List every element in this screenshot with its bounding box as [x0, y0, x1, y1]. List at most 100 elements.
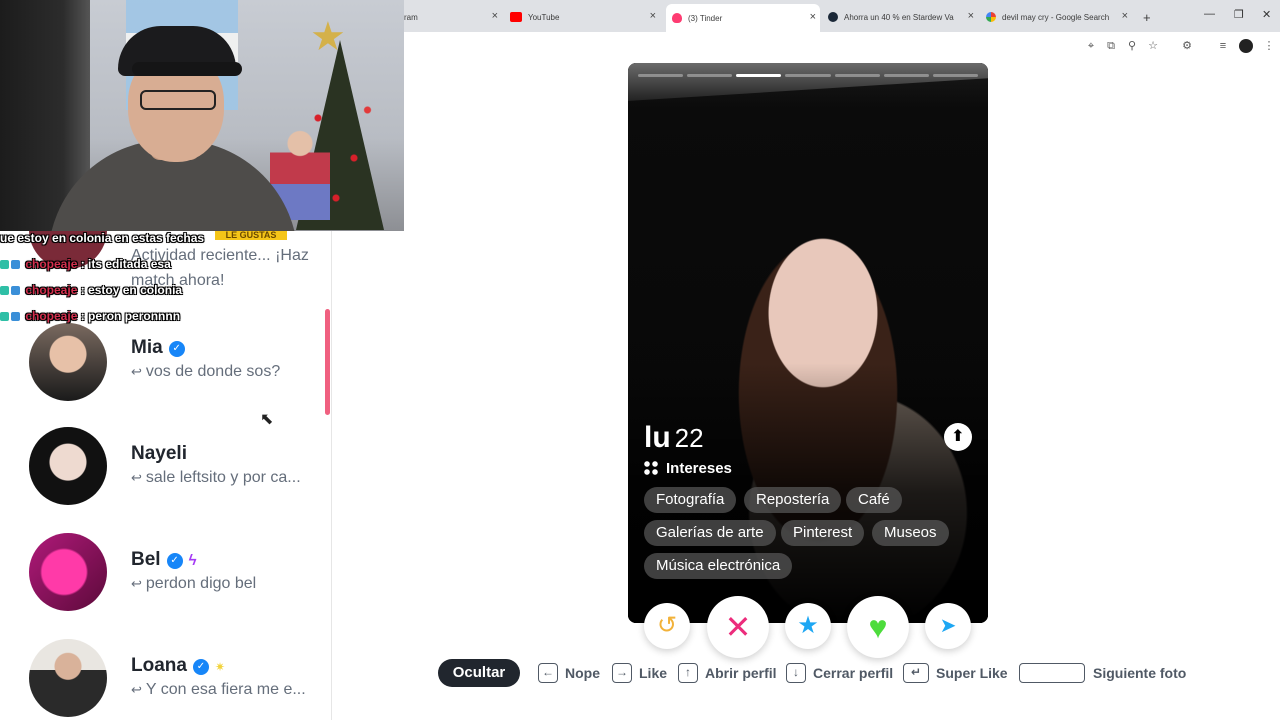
photo-progress-segment[interactable]: [834, 74, 880, 77]
interest-chip: Fotografía: [644, 487, 737, 513]
likes-you-badge: LE GUSTAS: [215, 231, 287, 240]
chat-badge-icon: [0, 286, 9, 296]
chat-badge-icon: [0, 312, 9, 322]
tab-steam[interactable]: Ahorra un 40 % en Stardew Val ×: [828, 6, 978, 28]
tab-instagram[interactable]: ram ×: [404, 6, 502, 28]
match-row-loana[interactable]: Loana ✓ ✷ ↩ Y con esa fiera me e...: [0, 627, 330, 720]
avatar: [29, 639, 107, 717]
reply-icon: ↩: [131, 576, 142, 591]
close-icon[interactable]: ×: [1122, 10, 1128, 22]
chat-badge-icon: [11, 286, 20, 296]
superlike-button[interactable]: ★: [785, 603, 831, 649]
profile-age: 22: [674, 423, 704, 453]
location-icon[interactable]: ⌖: [1084, 39, 1098, 53]
photo-progress-segment[interactable]: [736, 74, 782, 77]
right-arrow-key-icon: →: [612, 663, 632, 683]
avatar: [29, 427, 107, 505]
interest-chip: Galerías de arte: [644, 520, 776, 546]
chat-message: chopeaje : peron peronnnn: [0, 309, 180, 323]
down-arrow-key-icon: ↓: [786, 663, 806, 683]
rewind-button[interactable]: ↺: [644, 603, 690, 649]
tab-youtube[interactable]: YouTube ×: [510, 6, 660, 28]
interests-heading: Intereses: [644, 460, 732, 477]
google-icon: [986, 12, 996, 22]
profile-avatar-icon[interactable]: [1239, 39, 1253, 53]
chat-message: chopeaje : its editada esa: [0, 257, 171, 271]
shortcut-like: → Like: [612, 660, 667, 686]
space-key-icon: [1019, 663, 1085, 683]
shortcut-close-profile: ↓ Cerrar perfil: [786, 660, 893, 686]
steam-icon: [828, 12, 838, 22]
reply-icon: ↩: [131, 682, 142, 697]
photo-progress-segment[interactable]: [638, 74, 684, 77]
tab-title: Ahorra un 40 % en Stardew Val: [844, 12, 954, 22]
photo-progress-segment[interactable]: [883, 74, 929, 77]
close-icon[interactable]: ×: [810, 11, 816, 23]
match-row-mia[interactable]: Mia ✓ ↩ vos de donde sos?: [0, 309, 330, 415]
match-last-message: ↩ vos de donde sos?: [131, 363, 281, 380]
shortcut-nope: ← Nope: [538, 660, 600, 686]
match-last-message: ↩ Y con esa fiera me e...: [131, 681, 306, 698]
boost-button[interactable]: ➤: [925, 603, 971, 649]
photo-progress-segment[interactable]: [785, 74, 831, 77]
bookmark-star-icon[interactable]: ☆: [1146, 39, 1160, 53]
profile-card[interactable]: lu 22 ⬆ Intereses Fotografía Repostería C…: [628, 63, 988, 623]
chat-message: ue estoy en colonia en estas fechas: [0, 231, 205, 245]
browser-toolbar: ⌖ ⧉ ⚲ ☆ ⚙ ≡ ⋮: [404, 32, 1280, 60]
media-icon[interactable]: ≡: [1216, 39, 1230, 53]
tab-google[interactable]: devil may cry - Google Search ×: [986, 6, 1132, 28]
close-icon[interactable]: ×: [650, 10, 656, 22]
screen: ram × YouTube × (3) Tinder × Ahorra un 4…: [0, 0, 1280, 720]
hide-shortcuts-button[interactable]: Ocultar: [438, 659, 520, 687]
match-name: Loana ✓ ✷: [131, 655, 226, 676]
new-tab-button[interactable]: +: [1143, 6, 1157, 28]
tab-title: ram: [404, 12, 418, 22]
tab-tinder[interactable]: (3) Tinder ×: [666, 4, 820, 32]
reply-icon: ↩: [131, 364, 142, 379]
tree-star-icon: ★: [310, 15, 346, 59]
match-name: Nayeli: [131, 443, 187, 464]
up-arrow-key-icon: ↑: [678, 663, 698, 683]
tab-title: YouTube: [528, 12, 560, 22]
restore-button[interactable]: ❐: [1234, 8, 1244, 21]
match-last-message: ↩ perdon digo bel: [131, 575, 257, 592]
menu-kebab-icon[interactable]: ⋮: [1262, 39, 1276, 53]
left-arrow-key-icon: ←: [538, 663, 558, 683]
matches-sidebar: LE GUSTAS Actividad reciente... ¡Haz mat…: [0, 231, 332, 720]
profile-name: lu 22: [644, 421, 704, 454]
shortcut-super-like: ↵ Super Like: [903, 660, 1008, 686]
sparkle-icon: ✷: [214, 660, 226, 674]
close-icon[interactable]: ×: [968, 10, 974, 22]
interest-chip: Pinterest: [781, 520, 865, 546]
verified-icon: ✓: [166, 553, 183, 569]
like-button[interactable]: ♥: [847, 596, 909, 658]
boost-bolt-icon: ϟ: [188, 552, 197, 569]
close-icon[interactable]: ×: [492, 10, 498, 22]
match-last-message: ↩ sale leftsito y por ca...: [131, 469, 301, 486]
enter-key-icon: ↵: [903, 663, 929, 683]
extensions-icon[interactable]: ⚙: [1180, 39, 1194, 53]
photo-progress-segment[interactable]: [932, 74, 978, 77]
match-row-bel[interactable]: Bel ✓ ϟ ↩ perdon digo bel: [0, 521, 330, 627]
close-window-button[interactable]: ✕: [1262, 8, 1271, 21]
chat-message: chopeaje : estoy en colonia: [0, 283, 182, 297]
interest-chip: Museos: [872, 520, 949, 546]
chat-badge-icon: [11, 260, 20, 270]
verified-icon: ✓: [168, 341, 185, 357]
nope-button[interactable]: ✕: [707, 596, 769, 658]
minimize-button[interactable]: —: [1204, 8, 1215, 20]
avatar: [29, 323, 107, 401]
match-row-nayeli[interactable]: Nayeli ↩ sale leftsito y por ca...: [0, 415, 330, 521]
tab-title: (3) Tinder: [688, 13, 723, 23]
match-name: Bel ✓ ϟ: [131, 549, 197, 570]
mouse-cursor-icon: ⬉: [260, 411, 274, 428]
photo-progress-segment[interactable]: [687, 74, 733, 77]
chat-badge-icon: [0, 260, 9, 270]
open-profile-button[interactable]: ⬆: [944, 423, 972, 451]
tab-title: devil may cry - Google Search: [1002, 12, 1110, 22]
zoom-icon[interactable]: ⚲: [1125, 39, 1139, 53]
install-app-icon[interactable]: ⧉: [1104, 39, 1118, 53]
sidebar-scrollbar[interactable]: [325, 309, 330, 415]
cap-brim-shape: [132, 62, 242, 76]
shortcut-next-photo: Siguiente foto: [1019, 660, 1186, 686]
